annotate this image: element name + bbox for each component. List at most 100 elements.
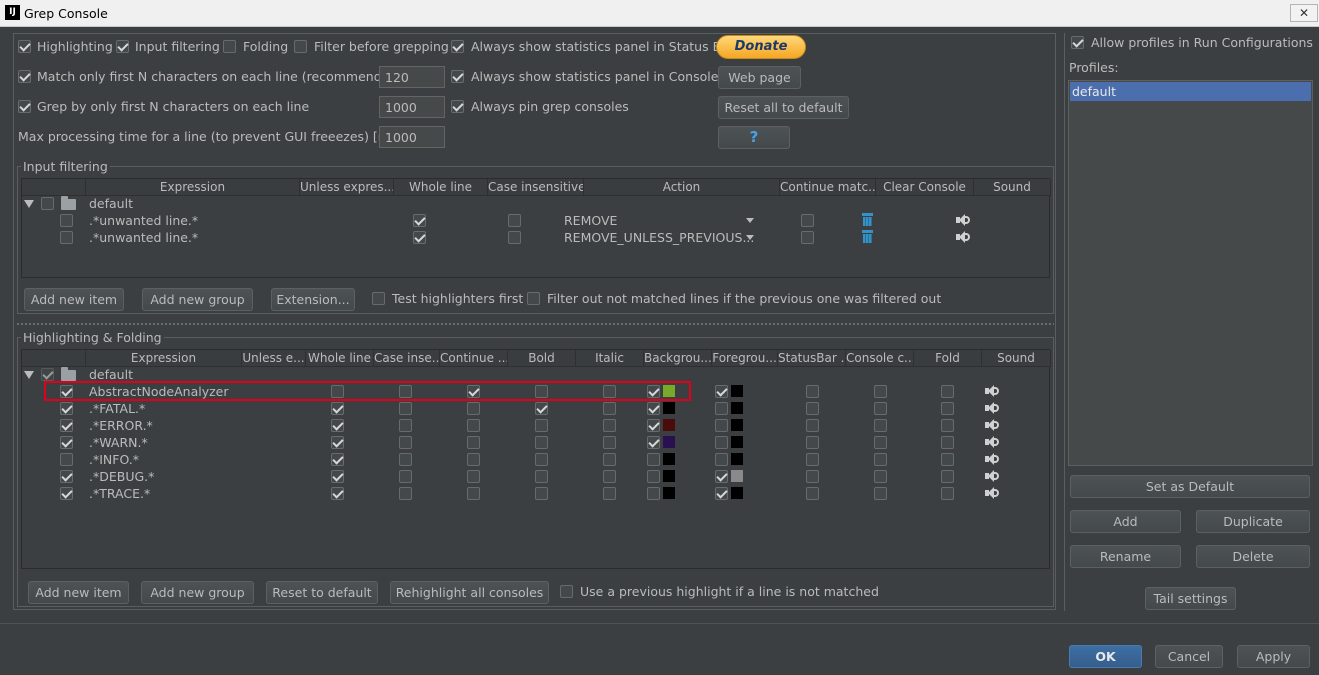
row-background-checkbox[interactable] — [647, 402, 660, 415]
set-as-default-button[interactable]: Set as Default — [1070, 475, 1310, 498]
row-foreground-swatch[interactable] — [731, 402, 743, 414]
row-italic-checkbox[interactable] — [603, 453, 616, 466]
row-fold-checkbox[interactable] — [941, 419, 954, 432]
row-case-checkbox[interactable] — [399, 470, 412, 483]
row-statusbar-checkbox[interactable] — [806, 436, 819, 449]
highlighting-checkbox[interactable] — [18, 40, 31, 53]
row-foreground-swatch[interactable] — [731, 419, 743, 431]
add-new-item-button[interactable]: Add new item — [24, 288, 124, 311]
row-console-checkbox[interactable] — [874, 487, 887, 500]
row-background-swatch[interactable] — [663, 487, 675, 499]
row-foreground-checkbox[interactable] — [715, 419, 728, 432]
row-whole-line-checkbox[interactable] — [331, 453, 344, 466]
speaker-icon[interactable] — [985, 487, 999, 499]
row-bold-checkbox[interactable] — [535, 453, 548, 466]
row-statusbar-checkbox[interactable] — [806, 419, 819, 432]
row-expression[interactable]: .*TRACE.* — [89, 486, 150, 501]
rename-profile-button[interactable]: Rename — [1070, 545, 1181, 568]
row-statusbar-checkbox[interactable] — [806, 402, 819, 415]
row-continue-checkbox[interactable] — [467, 436, 480, 449]
row-foreground-checkbox[interactable] — [715, 487, 728, 500]
row-expression[interactable]: .*unwanted line.* — [89, 230, 198, 245]
stats-status-bar-checkbox[interactable] — [451, 40, 464, 53]
row-foreground-checkbox[interactable] — [715, 385, 728, 398]
row-background-checkbox[interactable] — [647, 436, 660, 449]
row-italic-checkbox[interactable] — [603, 436, 616, 449]
row-bold-checkbox[interactable] — [535, 419, 548, 432]
filter-before-grepping-checkbox[interactable] — [294, 40, 307, 53]
row-foreground-checkbox[interactable] — [715, 470, 728, 483]
row-console-checkbox[interactable] — [874, 385, 887, 398]
row-whole-line-checkbox[interactable] — [331, 470, 344, 483]
row-continue-checkbox[interactable] — [467, 487, 480, 500]
row-italic-checkbox[interactable] — [603, 470, 616, 483]
row-case-checkbox[interactable] — [399, 453, 412, 466]
row-whole-line-checkbox[interactable] — [331, 436, 344, 449]
col-unless[interactable]: Unless e... — [242, 350, 306, 367]
row-continue-checkbox[interactable] — [801, 231, 814, 244]
filter-out-checkbox[interactable] — [527, 292, 540, 305]
row-expression[interactable]: .*INFO.* — [89, 452, 139, 467]
add-new-item-button[interactable]: Add new item — [28, 581, 129, 604]
add-new-group-button[interactable]: Add new group — [141, 581, 254, 604]
row-console-checkbox[interactable] — [874, 470, 887, 483]
reset-all-button[interactable]: Reset all to default — [718, 96, 849, 119]
row-enabled-checkbox[interactable] — [60, 402, 73, 415]
delete-profile-button[interactable]: Delete — [1196, 545, 1310, 568]
row-bold-checkbox[interactable] — [535, 470, 548, 483]
col-whole-line[interactable]: Whole line — [306, 350, 374, 367]
col-expression[interactable]: Expression — [86, 179, 300, 196]
row-enabled-checkbox[interactable] — [60, 436, 73, 449]
row-whole-line-checkbox[interactable] — [331, 402, 344, 415]
row-background-checkbox[interactable] — [647, 453, 660, 466]
input-filtering-checkbox[interactable] — [116, 40, 129, 53]
row-bold-checkbox[interactable] — [535, 436, 548, 449]
col-italic[interactable]: Italic — [576, 350, 644, 367]
row-foreground-swatch[interactable] — [731, 436, 743, 448]
row-background-swatch[interactable] — [663, 419, 675, 431]
row-bold-checkbox[interactable] — [535, 402, 548, 415]
row-whole-line-checkbox[interactable] — [413, 231, 426, 244]
col-clear[interactable]: Clear Console — [876, 179, 974, 196]
row-fold-checkbox[interactable] — [941, 470, 954, 483]
stats-console-checkbox[interactable] — [451, 70, 464, 83]
test-highlighters-checkbox[interactable] — [372, 292, 385, 305]
col-whole-line[interactable]: Whole line — [394, 179, 488, 196]
speaker-icon[interactable] — [985, 402, 999, 414]
col-unless[interactable]: Unless expres... — [300, 179, 394, 196]
row-italic-checkbox[interactable] — [603, 419, 616, 432]
group-checkbox[interactable] — [41, 197, 54, 210]
folding-checkbox[interactable] — [223, 40, 236, 53]
row-enabled-checkbox[interactable] — [60, 453, 73, 466]
col-continue[interactable]: Continue matc... — [780, 179, 876, 196]
row-statusbar-checkbox[interactable] — [806, 470, 819, 483]
row-enabled-checkbox[interactable] — [60, 470, 73, 483]
row-italic-checkbox[interactable] — [603, 402, 616, 415]
row-case-checkbox[interactable] — [508, 214, 521, 227]
speaker-icon[interactable] — [985, 419, 999, 431]
col-statusbar[interactable]: StatusBar ... — [778, 350, 846, 367]
speaker-icon[interactable] — [985, 436, 999, 448]
row-foreground-swatch[interactable] — [731, 453, 743, 465]
trash-icon[interactable] — [862, 213, 873, 226]
allow-profiles-checkbox[interactable] — [1071, 36, 1084, 49]
row-background-swatch[interactable] — [663, 402, 675, 414]
grep-first-n-checkbox[interactable] — [18, 100, 31, 113]
row-continue-checkbox[interactable] — [467, 470, 480, 483]
row-fold-checkbox[interactable] — [941, 402, 954, 415]
collapse-icon[interactable] — [24, 371, 34, 379]
row-whole-line-checkbox[interactable] — [413, 214, 426, 227]
row-fold-checkbox[interactable] — [941, 453, 954, 466]
speaker-icon[interactable] — [956, 214, 970, 226]
profile-item[interactable]: default — [1070, 82, 1311, 101]
row-case-checkbox[interactable] — [508, 231, 521, 244]
add-new-group-button[interactable]: Add new group — [142, 288, 253, 311]
row-statusbar-checkbox[interactable] — [806, 487, 819, 500]
row-console-checkbox[interactable] — [874, 436, 887, 449]
row-background-swatch[interactable] — [663, 436, 675, 448]
row-foreground-checkbox[interactable] — [715, 453, 728, 466]
use-previous-checkbox[interactable] — [560, 585, 573, 598]
web-page-button[interactable]: Web page — [718, 66, 801, 89]
row-background-swatch[interactable] — [663, 470, 675, 482]
col-foreground[interactable]: Foregrou... — [712, 350, 778, 367]
